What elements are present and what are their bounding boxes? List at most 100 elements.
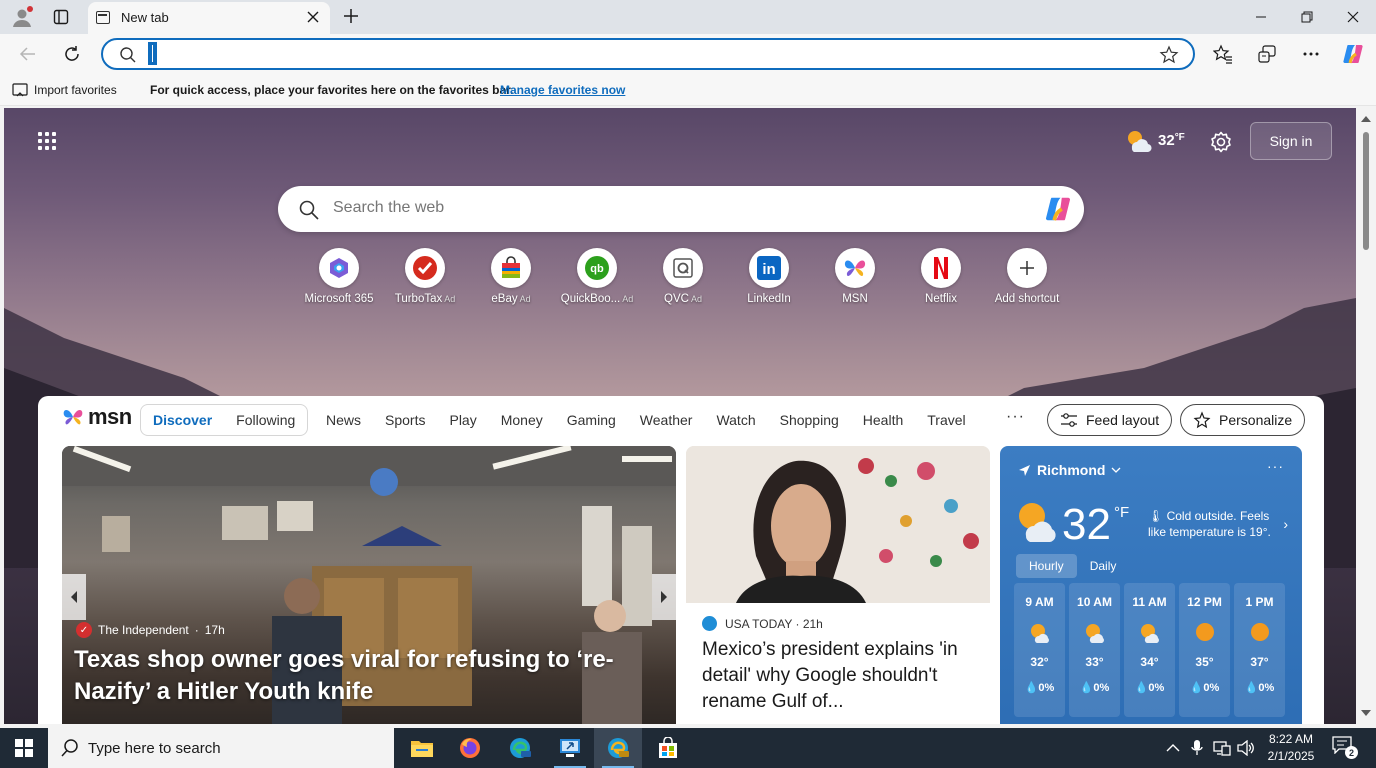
import-favorites-button[interactable]: Import favorites	[12, 82, 117, 98]
shortcut-ebay[interactable]: eBay Ad	[468, 248, 554, 305]
app-launcher-icon[interactable]	[38, 132, 58, 150]
address-bar[interactable]	[101, 38, 1195, 70]
remote-desktop-button[interactable]	[546, 728, 594, 768]
shortcut-linkedin[interactable]: in LinkedIn	[726, 248, 812, 305]
copilot-icon[interactable]	[1042, 194, 1074, 224]
volume-button[interactable]	[1234, 728, 1258, 768]
category-sports[interactable]: Sports	[385, 412, 425, 428]
shortcuts-row: Microsoft 365 TurboTax Ad eBay Ad qb Quick…	[296, 248, 1076, 318]
shortcut-label: eBay	[491, 293, 518, 305]
minimize-button[interactable]	[1238, 0, 1284, 34]
shortcut-add[interactable]: Add shortcut	[984, 248, 1070, 305]
hero-age: 17h	[204, 623, 225, 637]
category-shopping[interactable]: Shopping	[780, 412, 839, 428]
file-explorer-button[interactable]	[398, 728, 446, 768]
tab-close-icon[interactable]	[304, 8, 322, 26]
tab-following[interactable]: Following	[224, 412, 307, 428]
microsoft-store-button[interactable]	[644, 728, 692, 768]
web-search-input[interactable]	[333, 199, 1013, 217]
category-gaming[interactable]: Gaming	[567, 412, 616, 428]
ntp-weather-widget[interactable]: 32°F	[1124, 128, 1185, 152]
chevron-right-icon[interactable]: ›	[1283, 516, 1288, 532]
profile-icon[interactable]	[10, 5, 34, 29]
feed-layout-label: Feed layout	[1086, 412, 1160, 428]
hourly-item[interactable]: 12 PM 35° 💧0%	[1179, 583, 1230, 717]
scroll-up-arrow-icon[interactable]	[1361, 116, 1371, 122]
more-categories-button[interactable]: ···	[1006, 408, 1025, 426]
taskbar-clock[interactable]: 8:22 AM 2/1/2025	[1256, 731, 1326, 765]
weather-location-selector[interactable]: Richmond	[1018, 462, 1121, 478]
shortcut-microsoft-365[interactable]: Microsoft 365	[296, 248, 382, 305]
back-button[interactable]	[16, 42, 40, 66]
category-news[interactable]: News	[326, 412, 361, 428]
start-button[interactable]	[0, 728, 48, 768]
favorites-button[interactable]	[1211, 42, 1235, 66]
weather-more-button[interactable]: ···	[1267, 458, 1284, 474]
network-button[interactable]	[1210, 728, 1234, 768]
copilot-button[interactable]	[1341, 42, 1365, 66]
independent-logo-icon: ✓	[76, 622, 92, 638]
hero-next-button[interactable]	[652, 574, 676, 620]
category-travel[interactable]: Travel	[927, 412, 965, 428]
show-hidden-icons-button[interactable]	[1162, 728, 1184, 768]
shortcut-turbotax[interactable]: TurboTax Ad	[382, 248, 468, 305]
hour-time: 12 PM	[1187, 595, 1222, 609]
category-money[interactable]: Money	[501, 412, 543, 428]
msn-butterfly-icon	[844, 260, 866, 277]
restore-button[interactable]	[1284, 0, 1330, 34]
firefox-button[interactable]	[446, 728, 494, 768]
web-search-box[interactable]	[278, 186, 1084, 232]
taskbar-search-box[interactable]: Type here to search	[48, 728, 394, 768]
hourly-item[interactable]: 11 AM 34° 💧0%	[1124, 583, 1175, 717]
address-input[interactable]	[147, 43, 1147, 65]
tab-hourly[interactable]: Hourly	[1016, 554, 1077, 578]
category-play[interactable]: Play	[449, 412, 476, 428]
edge-can-button[interactable]	[594, 728, 642, 768]
new-tab-button[interactable]	[341, 6, 361, 26]
notification-center-button[interactable]: 2	[1332, 736, 1358, 760]
tab-discover[interactable]: Discover	[141, 412, 224, 428]
refresh-button[interactable]	[60, 42, 84, 66]
weather-card[interactable]: Richmond ··· 32 °F 🌡 Cold outside. Feels…	[1000, 446, 1302, 724]
shortcut-label: QVC	[664, 293, 689, 305]
shortcut-msn[interactable]: MSN	[812, 248, 898, 305]
more-options-button[interactable]	[1299, 42, 1323, 66]
category-watch[interactable]: Watch	[716, 412, 755, 428]
microphone-button[interactable]	[1186, 728, 1208, 768]
close-window-button[interactable]	[1330, 0, 1376, 34]
plus-icon	[1020, 261, 1034, 275]
category-weather[interactable]: Weather	[640, 412, 693, 428]
tab-actions-icon[interactable]	[49, 5, 73, 29]
hourly-item[interactable]: 9 AM 32° 💧0%	[1014, 583, 1065, 717]
tab-new-tab[interactable]: New tab	[88, 2, 330, 34]
msn-logo[interactable]: msn	[60, 404, 132, 430]
edge-beta-button[interactable]	[496, 728, 544, 768]
personalize-button[interactable]: Personalize	[1180, 404, 1306, 436]
story-source-separator: ·	[792, 616, 803, 631]
page-scrollbar[interactable]	[1357, 108, 1376, 724]
category-health[interactable]: Health	[863, 412, 903, 428]
remote-desktop-icon	[560, 739, 580, 757]
shortcut-qvc[interactable]: QVC Ad	[640, 248, 726, 305]
sun-icon	[1248, 621, 1272, 643]
shortcut-netflix[interactable]: Netflix	[898, 248, 984, 305]
hourly-forecast: 9 AM 32° 💧0% 10 AM 33° 💧0% 11 AM 34° 💧0%	[1014, 583, 1285, 717]
collections-button[interactable]	[1255, 42, 1279, 66]
scrollbar-thumb[interactable]	[1363, 132, 1369, 250]
story-card[interactable]: USA TODAY · 21h Mexico’s president expla…	[686, 446, 990, 724]
hero-prev-button[interactable]	[62, 574, 86, 620]
tab-daily[interactable]: Daily	[1077, 554, 1130, 578]
sign-in-button[interactable]: Sign in	[1250, 122, 1332, 160]
shortcut-quickbooks[interactable]: qb QuickBoo... Ad	[554, 248, 640, 305]
page-settings-icon[interactable]	[1209, 130, 1233, 154]
favorites-bar: Import favorites For quick access, place…	[0, 74, 1376, 106]
hourly-item[interactable]: 10 AM 33° 💧0%	[1069, 583, 1120, 717]
feed-layout-button[interactable]: Feed layout	[1047, 404, 1173, 436]
story-title[interactable]: Mexico’s president explains 'in detail' …	[702, 637, 982, 715]
hourly-item[interactable]: 1 PM 37° 💧0%	[1234, 583, 1285, 717]
manage-favorites-link[interactable]: Manage favorites now	[500, 83, 625, 97]
scroll-down-arrow-icon[interactable]	[1361, 710, 1371, 716]
hero-story-card[interactable]: ✓ The Independent · 17h Texas shop owner…	[62, 446, 676, 724]
favorite-star-icon[interactable]	[1159, 45, 1179, 68]
hero-title[interactable]: Texas shop owner goes viral for refusing…	[74, 644, 634, 708]
